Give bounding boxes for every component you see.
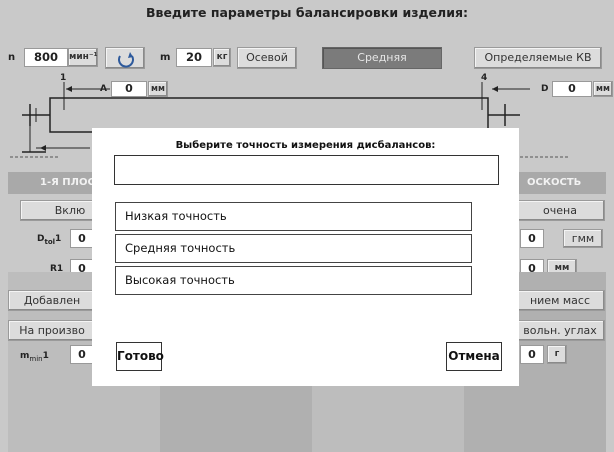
left-dtol-field[interactable]: 0 bbox=[70, 229, 94, 248]
left-plane-title: 1-Я ПЛОС bbox=[40, 177, 95, 188]
n-unit-label: мин⁻¹ bbox=[68, 48, 98, 67]
rotate-ccw-icon bbox=[118, 52, 134, 68]
option-medium-accuracy[interactable]: Средняя точность bbox=[115, 234, 472, 263]
right-arbitrary-angles-button-top[interactable]: вольн. углах bbox=[515, 320, 605, 341]
left-added-mass-button-top[interactable]: Добавлен bbox=[8, 290, 96, 311]
dialog-title: Выберите точность измерения дисбалансов: bbox=[175, 140, 436, 151]
m-label: m bbox=[160, 52, 171, 63]
option-high-accuracy[interactable]: Высокая точность bbox=[115, 266, 472, 295]
d-unit-label: мм bbox=[593, 81, 613, 97]
plane-4-marker: 4 bbox=[481, 73, 488, 83]
m-value-field[interactable]: 20 bbox=[176, 48, 212, 67]
left-mmin-label-top: mmin1 bbox=[20, 351, 49, 363]
n-label: n bbox=[8, 52, 16, 63]
m-unit-label: кг bbox=[213, 48, 231, 67]
a-label: A bbox=[100, 84, 107, 94]
option-low-accuracy[interactable]: Низкая точность bbox=[115, 202, 472, 231]
right-enable-button[interactable]: очена bbox=[515, 200, 605, 221]
left-arbitrary-angles-button-top[interactable]: На произво bbox=[8, 320, 96, 341]
right-dtol-unit: гмм bbox=[563, 229, 603, 248]
axial-button[interactable]: Осевой bbox=[237, 47, 297, 69]
right-dtol-field[interactable]: 0 bbox=[520, 229, 544, 248]
accuracy-dialog: Выберите точность измерения дисбалансов:… bbox=[92, 128, 519, 386]
balancing-app: Введите параметры балансировки изделия: … bbox=[0, 0, 614, 452]
a-unit-label: мм bbox=[148, 81, 168, 97]
left-dtol-label: Dtol1 bbox=[37, 234, 62, 246]
d-value-field[interactable]: 0 bbox=[552, 81, 592, 97]
cancel-button[interactable]: Отмена bbox=[446, 342, 502, 371]
right-mmin-field-top[interactable]: 0 bbox=[520, 345, 544, 364]
rotation-direction-button[interactable] bbox=[105, 47, 145, 69]
left-mmin-field-top[interactable]: 0 bbox=[70, 345, 94, 364]
n-value-field[interactable]: 800 bbox=[24, 48, 68, 67]
right-added-mass-button-top[interactable]: нием масс bbox=[515, 290, 605, 311]
right-plane-title: ОСКОСТЬ bbox=[527, 177, 582, 188]
a-value-field[interactable]: 0 bbox=[111, 81, 147, 97]
dialog-selection-field[interactable] bbox=[114, 155, 499, 185]
accuracy-medium-button[interactable]: Средняя bbox=[322, 47, 442, 69]
ok-button[interactable]: Готово bbox=[116, 342, 164, 371]
right-mmin-unit-top: г bbox=[547, 345, 567, 364]
defined-kv-button[interactable]: Определяемые КВ bbox=[474, 47, 602, 69]
page-title: Введите параметры балансировки изделия: bbox=[146, 5, 468, 20]
d-label: D bbox=[541, 84, 549, 94]
plane-1-marker: 1 bbox=[60, 73, 67, 83]
